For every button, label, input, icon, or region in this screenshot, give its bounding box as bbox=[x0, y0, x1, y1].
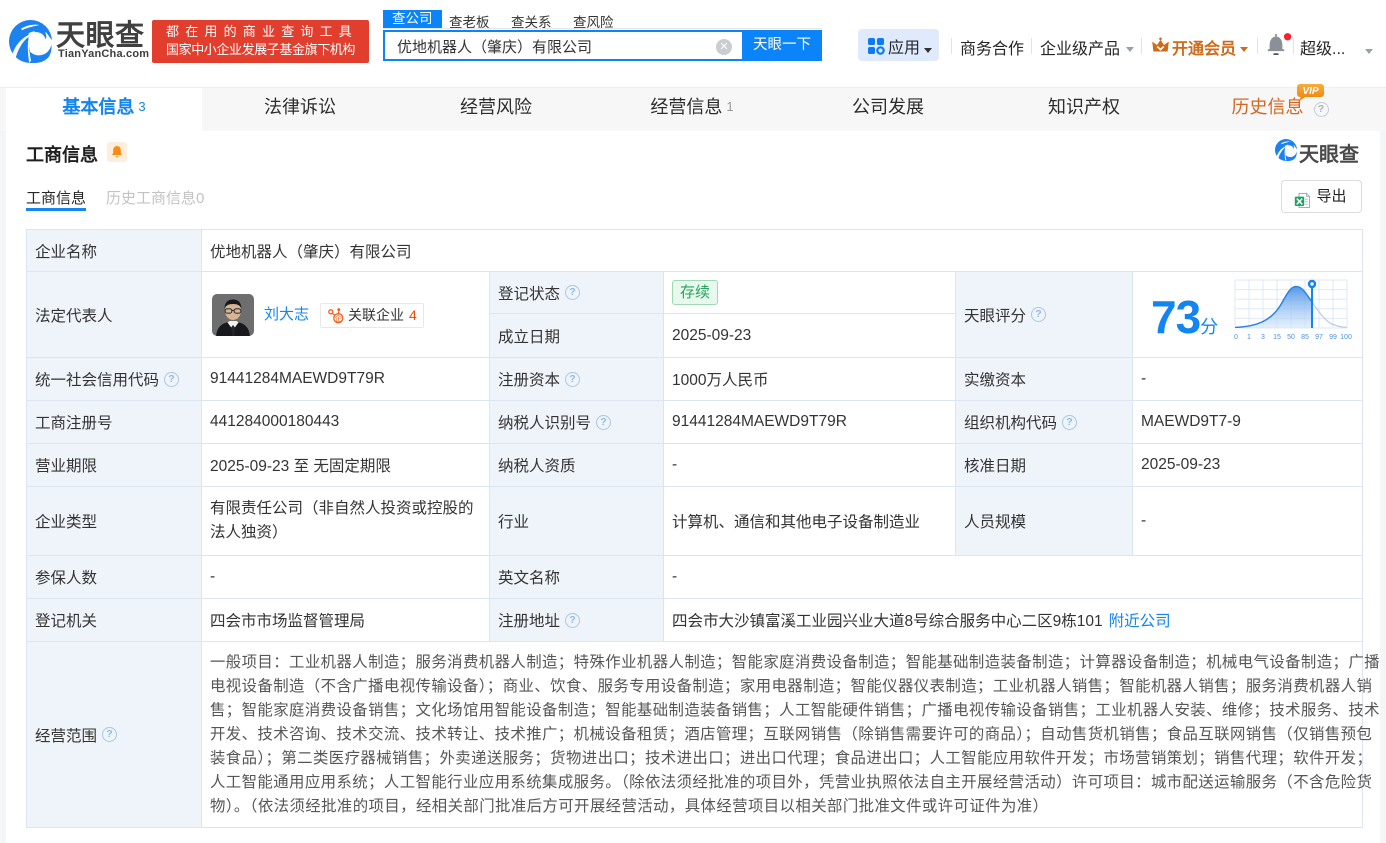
svg-text:100: 100 bbox=[1340, 334, 1352, 341]
svg-text:3: 3 bbox=[1261, 334, 1265, 341]
svg-text:15: 15 bbox=[1273, 334, 1281, 341]
svg-text:0: 0 bbox=[1234, 334, 1238, 341]
svg-text:85: 85 bbox=[1301, 334, 1309, 341]
svg-text:企: 企 bbox=[335, 313, 343, 323]
svg-text:99: 99 bbox=[1329, 334, 1337, 341]
svg-text:1: 1 bbox=[1247, 334, 1251, 341]
svg-text:97: 97 bbox=[1315, 334, 1323, 341]
svg-text:50: 50 bbox=[1287, 334, 1295, 341]
svg-text:VIP: VIP bbox=[1302, 86, 1318, 97]
